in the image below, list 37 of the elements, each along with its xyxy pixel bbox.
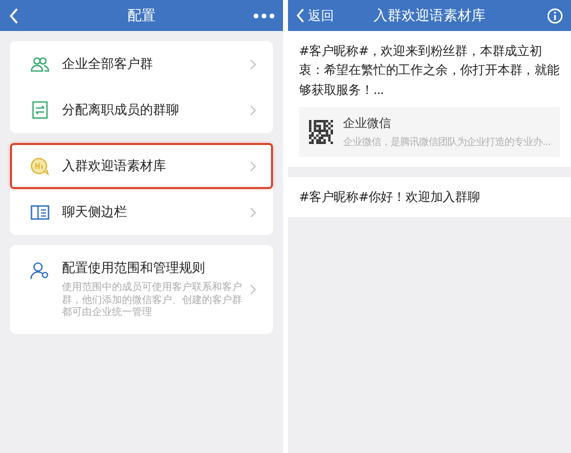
more-icon bbox=[253, 12, 275, 18]
chevron-icon bbox=[249, 160, 257, 172]
message-card[interactable]: #客户昵称#，欢迎来到粉丝群，本群成立初衷：希望在繁忙的工作之余，你打开本群，就能够获取服务！... 企业微信 企业微信，是腾讯微信团队为企业打造的专业办... bbox=[288, 31, 571, 168]
link-description: 企业微信，是腾讯微信团队为企业打造的专业办... bbox=[343, 136, 551, 150]
info-icon bbox=[547, 8, 563, 24]
menu-description: 使用范围中的成员可使用客户联系和客户群，他们添加的微信客户、创建的客户群都可由企业统一管理 bbox=[62, 282, 243, 320]
menu-item[interactable]: 配置使用范围和管理规则 使用范围中的成员可使用客户联系和客户群，他们添加的微信客户、创建的客户群都可由企业统一管理 bbox=[10, 245, 273, 334]
back-icon bbox=[9, 8, 19, 24]
back-button[interactable]: 返回 bbox=[296, 6, 334, 24]
chevron-icon bbox=[249, 104, 257, 116]
back-label: 返回 bbox=[308, 8, 334, 24]
person-gear-icon bbox=[30, 261, 50, 280]
screen-title: 入群欢迎语素材库 bbox=[374, 6, 486, 24]
menu-item[interactable]: 入群欢迎语素材库 bbox=[10, 143, 273, 189]
menu-label: 聊天侧边栏 bbox=[62, 204, 128, 221]
list-icon bbox=[30, 100, 50, 120]
link-title: 企业微信 bbox=[343, 115, 392, 132]
message-card[interactable]: #客户昵称#你好！欢迎加入群聊 bbox=[288, 177, 571, 216]
sidebar-icon bbox=[30, 202, 50, 222]
menu-item[interactable]: 聊天侧边栏 bbox=[10, 189, 273, 235]
menu-label: 配置使用范围和管理规则 bbox=[62, 260, 206, 277]
link-preview[interactable]: 企业微信 企业微信，是腾讯微信团队为企业打造的专业办... bbox=[299, 107, 560, 158]
screen-title: 配置 bbox=[128, 6, 156, 24]
chevron-icon bbox=[249, 58, 257, 70]
qr-code-icon bbox=[309, 120, 333, 144]
chat-bubble-icon bbox=[30, 156, 50, 176]
people-icon bbox=[30, 54, 50, 74]
message-text: #客户昵称#你好！欢迎加入群聊 bbox=[299, 188, 481, 206]
menu-item[interactable]: 企业全部客户群 bbox=[10, 41, 273, 87]
menu-label: 企业全部客户群 bbox=[62, 56, 154, 73]
chevron-icon bbox=[249, 284, 257, 295]
menu-label: 入群欢迎语素材库 bbox=[62, 158, 167, 175]
menu-label: 分配离职成员的群聊 bbox=[62, 102, 180, 119]
message-text: #客户昵称#，欢迎来到粉丝群，本群成立初衷：希望在繁忙的工作之余，你打开本群，就能够获取服务！... bbox=[299, 42, 560, 99]
chevron-icon bbox=[249, 206, 257, 218]
menu-item[interactable]: 分配离职成员的群聊 bbox=[10, 87, 273, 133]
back-icon bbox=[296, 8, 305, 23]
